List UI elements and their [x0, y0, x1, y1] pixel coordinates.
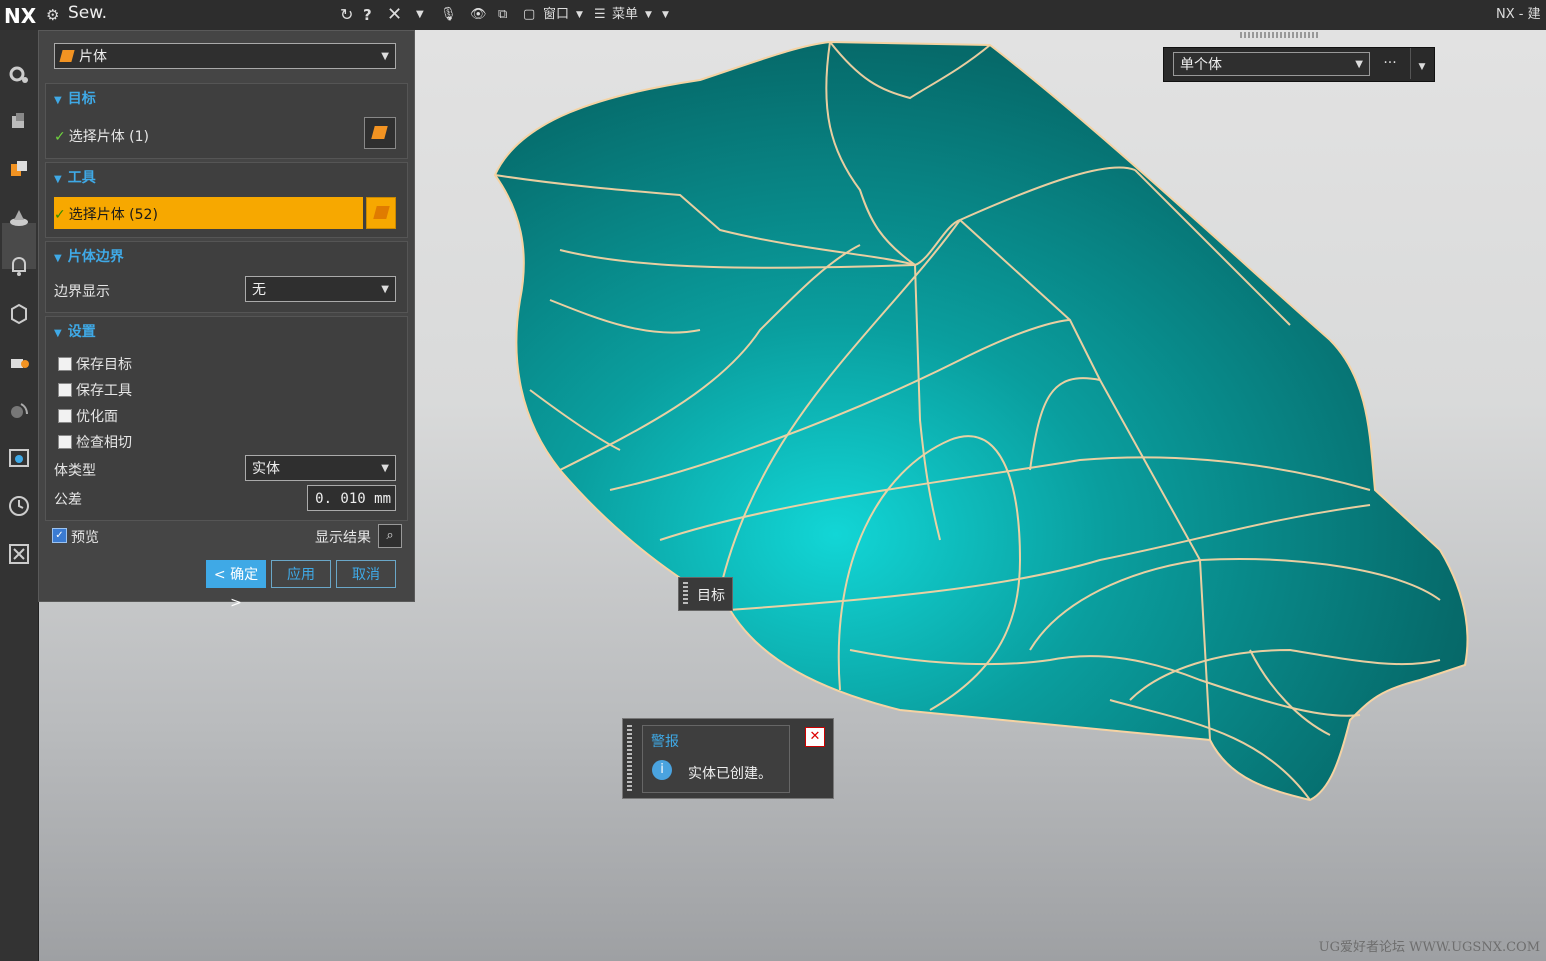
- copy-window-icon[interactable]: ⧉: [498, 4, 507, 26]
- more-options-button[interactable]: ···: [1378, 52, 1402, 76]
- hd3d-tools-icon[interactable]: [7, 302, 31, 326]
- chevron-down-icon: ▼: [381, 284, 389, 295]
- type-select[interactable]: 片体 ▼: [54, 43, 396, 69]
- system-visualization-icon[interactable]: [7, 446, 31, 470]
- keep-tool-checkbox[interactable]: [58, 383, 72, 397]
- type-select-value: 片体: [79, 49, 107, 65]
- settings-header[interactable]: ▼ 设置: [54, 321, 96, 341]
- tool-section: ▼ 工具 ✓ 选择片体 (52): [45, 162, 408, 238]
- select-tool-sheet-button[interactable]: [366, 197, 396, 229]
- sheet-boundary-section: ▼ 片体边界 边界显示 无 ▼: [45, 241, 408, 313]
- part-navigator-icon[interactable]: [7, 158, 31, 182]
- close-icon[interactable]: ✕: [387, 4, 402, 26]
- menu-icon[interactable]: ☰: [594, 4, 606, 26]
- show-result-search-icon[interactable]: ⌕: [378, 524, 402, 548]
- alert-popup: 警报 i 实体已创建。 ✕: [622, 718, 834, 799]
- keep-target-label: 保存目标: [76, 357, 132, 373]
- sheet-boundary-header[interactable]: ▼ 片体边界: [54, 246, 124, 266]
- close-icon[interactable]: ✕: [805, 727, 825, 747]
- tool-select-row[interactable]: ✓ 选择片体 (52): [54, 197, 363, 229]
- title-bar: NX ⚙ Sew. ↻ ? ✕ ▼ 🎙 👁 ⧉ ▢ 窗口 ▼ ☰ 菜单 ▼ ▼ …: [0, 0, 1546, 30]
- eye-icon[interactable]: 👁: [470, 4, 487, 26]
- collapse-icon: ▼: [54, 174, 62, 185]
- tolerance-label: 公差: [54, 492, 82, 508]
- history-clock-icon[interactable]: [7, 494, 31, 518]
- keep-tool-label: 保存工具: [76, 383, 132, 399]
- role-icon[interactable]: [7, 350, 31, 374]
- chevron-down-icon: ▼: [1355, 59, 1363, 70]
- tools-icon[interactable]: [7, 542, 31, 566]
- help-icon[interactable]: ?: [363, 4, 372, 26]
- tool-select-label: ✓ 选择片体 (52): [54, 207, 158, 223]
- select-sheet-button[interactable]: [364, 117, 396, 149]
- selection-scope-select[interactable]: 单个体 ▼: [1173, 52, 1370, 76]
- optimize-face-label: 优化面: [76, 409, 118, 425]
- show-result-label: 显示结果: [315, 530, 371, 546]
- boundary-display-label: 边界显示: [54, 284, 110, 300]
- sheet-icon: [371, 126, 388, 139]
- reuse-library-icon[interactable]: [7, 206, 31, 230]
- boundary-display-select[interactable]: 无 ▼: [245, 276, 396, 302]
- alert-message: 实体已创建。: [688, 766, 772, 782]
- body-type-select[interactable]: 实体 ▼: [245, 455, 396, 481]
- drag-grip[interactable]: [627, 725, 632, 791]
- window-icon[interactable]: ▢: [523, 4, 535, 26]
- preview-checkbox[interactable]: ✓: [52, 528, 67, 543]
- tolerance-input[interactable]: 0. 010 mm: [307, 485, 396, 511]
- collapse-icon: ▼: [54, 95, 62, 106]
- window-title: Sew.: [68, 3, 107, 23]
- settings-section: ▼ 设置 保存目标 保存工具 优化面 检查相切 体类型 实体 ▼ 公差 0. 01…: [45, 316, 408, 521]
- nx-logo: NX: [4, 4, 37, 28]
- sheet-icon: [373, 206, 390, 219]
- window-menu[interactable]: 窗口: [543, 4, 569, 26]
- app-title: NX - 建: [1496, 7, 1541, 22]
- assembly-navigator-icon[interactable]: [7, 110, 31, 134]
- target-tag-label: 目标: [697, 588, 725, 604]
- alert-title: 警报: [651, 734, 679, 750]
- chevron-down-icon[interactable]: ▼: [416, 4, 424, 26]
- collapse-icon: ▼: [54, 253, 62, 264]
- chevron-down-icon: ▼: [381, 51, 389, 62]
- chevron-down-icon[interactable]: ▼: [662, 4, 669, 26]
- chevron-down-icon: ▼: [381, 463, 389, 474]
- target-select-label[interactable]: ✓ 选择片体 (1): [54, 126, 149, 146]
- target-section: ▼ 目标 ✓ 选择片体 (1): [45, 83, 408, 159]
- watermark: UG爱好者论坛 WWW.UGSNX.COM: [1318, 940, 1540, 955]
- target-header[interactable]: ▼ 目标: [54, 88, 96, 108]
- settings-icon[interactable]: [7, 62, 31, 86]
- keep-target-checkbox[interactable]: [58, 357, 72, 371]
- chevron-down-icon: ▼: [645, 10, 652, 20]
- cancel-button[interactable]: 取消: [336, 560, 396, 588]
- alert-content: 警报 i 实体已创建。: [642, 725, 790, 793]
- collapse-icon: ▼: [54, 328, 62, 339]
- apply-button[interactable]: 应用: [271, 560, 331, 588]
- drag-grip[interactable]: [683, 582, 688, 606]
- ok-button[interactable]: < 确定 >: [206, 560, 266, 611]
- sheet-icon: [59, 50, 75, 62]
- alert-bell-icon[interactable]: [7, 254, 31, 278]
- body-type-label: 体类型: [54, 463, 96, 479]
- sew-dialog: 片体 ▼ ▼ 目标 ✓ 选择片体 (1) ▼ 工具 ✓ 选择片体 (52) ▼ 片体边界 …: [38, 30, 415, 611]
- selection-filter-bar: 单个体 ▼ ··· ▼: [1163, 47, 1435, 82]
- optimize-face-checkbox[interactable]: [58, 409, 72, 423]
- check-icon: ✓: [54, 207, 66, 223]
- web-browser-icon[interactable]: [7, 398, 31, 422]
- check-icon: ✓: [54, 129, 66, 145]
- preview-label: 预览: [71, 530, 99, 546]
- chevron-down-icon[interactable]: ▼: [1410, 48, 1433, 79]
- target-tag[interactable]: 目标: [678, 577, 733, 611]
- microphone-icon[interactable]: 🎙: [440, 4, 457, 26]
- resource-bar: [0, 30, 39, 961]
- gear-icon[interactable]: ⚙: [46, 4, 59, 26]
- check-tangency-checkbox[interactable]: [58, 435, 72, 449]
- info-icon: i: [652, 760, 672, 780]
- check-tangency-label: 检查相切: [76, 435, 132, 451]
- toolbar-grip[interactable]: [1240, 32, 1320, 38]
- tool-header[interactable]: ▼ 工具: [54, 167, 96, 187]
- menu-button[interactable]: 菜单: [612, 4, 638, 26]
- reset-icon[interactable]: ↻: [340, 4, 353, 26]
- chevron-down-icon: ▼: [576, 10, 583, 20]
